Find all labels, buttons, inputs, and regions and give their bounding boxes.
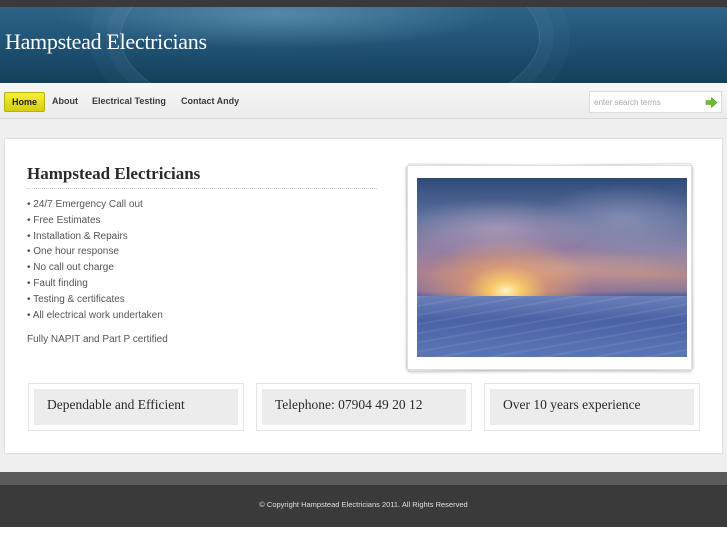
list-item: • Installation & Repairs bbox=[27, 230, 128, 242]
feature-box-inner: Dependable and Efficient bbox=[34, 389, 238, 425]
services-list: • 24/7 Emergency Call out • Free Estimat… bbox=[27, 197, 163, 323]
page-bottom bbox=[0, 527, 727, 545]
list-item: • Testing & certificates bbox=[27, 293, 125, 305]
feature-box-inner: Telephone: 07904 49 20 12 bbox=[262, 389, 466, 425]
search-box bbox=[589, 91, 722, 113]
feature-box-dependable: Dependable and Efficient bbox=[28, 383, 244, 431]
list-item: • 24/7 Emergency Call out bbox=[27, 199, 143, 210]
feature-box-inner: Over 10 years experience bbox=[490, 389, 694, 425]
certification-text: Fully NAPIT and Part P certified bbox=[27, 334, 168, 345]
footer-strip bbox=[0, 472, 727, 485]
photo-snow-texture bbox=[417, 296, 687, 357]
list-item: • No call out charge bbox=[27, 262, 114, 274]
sunset-snow-photo bbox=[417, 178, 687, 357]
copyright-text: © Copyright Hampstead Electricians 2011.… bbox=[259, 500, 468, 509]
search-input[interactable] bbox=[594, 95, 698, 110]
nav-item-about[interactable]: About bbox=[52, 91, 78, 111]
feature-box-label: Over 10 years experience bbox=[503, 397, 641, 412]
site-title[interactable]: Hampstead Electricians bbox=[5, 29, 207, 55]
top-strip bbox=[0, 0, 727, 7]
main-panel: Hampstead Electricians • 24/7 Emergency … bbox=[4, 138, 723, 454]
feature-box-experience: Over 10 years experience bbox=[484, 383, 700, 431]
list-item: • One hour response bbox=[27, 246, 119, 258]
nav-item-contact-andy[interactable]: Contact Andy bbox=[181, 91, 239, 111]
list-item: • All electrical work undertaken bbox=[27, 309, 163, 321]
list-item: • Free Estimates bbox=[27, 214, 101, 226]
photo-frame bbox=[405, 163, 694, 372]
list-item: • Fault finding bbox=[27, 277, 88, 289]
nav-item-home[interactable]: Home bbox=[4, 92, 46, 112]
feature-box-label: Dependable and Efficient bbox=[47, 397, 185, 412]
feature-box-telephone: Telephone: 07904 49 20 12 bbox=[256, 383, 472, 431]
arrow-right-icon[interactable] bbox=[705, 96, 718, 109]
photo-cloud bbox=[457, 248, 687, 288]
nav-item-electrical-testing[interactable]: Electrical Testing bbox=[92, 91, 166, 111]
main-heading: Hampstead Electricians bbox=[27, 164, 377, 189]
header-banner: Hampstead Electricians bbox=[0, 7, 727, 83]
footer: © Copyright Hampstead Electricians 2011.… bbox=[0, 485, 727, 527]
feature-box-label: Telephone: 07904 49 20 12 bbox=[275, 397, 423, 412]
